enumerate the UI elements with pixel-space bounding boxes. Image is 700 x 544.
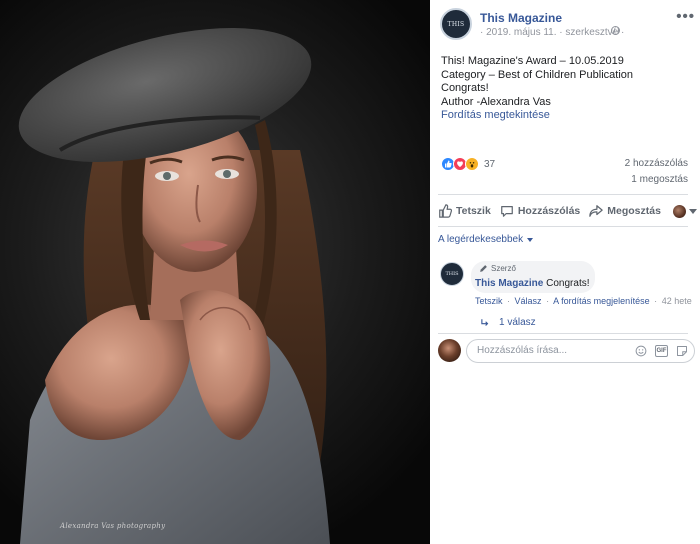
- sticker-icon[interactable]: [676, 345, 688, 357]
- post-photo[interactable]: Alexandra Vas photography: [0, 0, 430, 544]
- post-meta[interactable]: · 2019. május 11. · szerkesztve ·: [480, 27, 624, 38]
- comment-icon: [500, 206, 513, 217]
- share-icon: [589, 205, 604, 217]
- post-line: Author -Alexandra Vas: [441, 95, 551, 108]
- current-user-avatar[interactable]: [438, 339, 461, 362]
- reaction-count: 37: [484, 158, 496, 170]
- separator-dot: ·: [507, 296, 511, 306]
- see-translation-link[interactable]: Fordítás megtekintése: [441, 109, 691, 123]
- pencil-icon: [480, 265, 487, 272]
- share-button[interactable]: Megosztás: [589, 204, 661, 218]
- photographer-signature: Alexandra Vas photography: [60, 522, 166, 530]
- composer-icons: GIF: [627, 345, 688, 357]
- post-side-panel: THIS This Magazine · 2019. május 11. · s…: [430, 0, 700, 544]
- portrait-illustration: [18, 28, 330, 544]
- separator-dot: ·: [546, 296, 550, 306]
- reactions-summary[interactable]: 37: [441, 156, 495, 172]
- separator-dot: ·: [654, 296, 658, 306]
- emoji-icon[interactable]: [635, 345, 647, 357]
- like-button[interactable]: Tetszik: [438, 204, 491, 218]
- gif-icon[interactable]: GIF: [655, 345, 668, 357]
- comment-input[interactable]: Hozzászólás írása... GIF: [466, 339, 695, 363]
- page-name-link[interactable]: This Magazine: [480, 11, 562, 25]
- comment-actions: Tetszik · Válasz · A fordítás megjelenít…: [475, 296, 692, 306]
- comment-like-link[interactable]: Tetszik: [475, 296, 503, 306]
- comment-content: This Magazine Congrats!: [475, 278, 590, 289]
- divider: [438, 226, 688, 227]
- comment-button-label: Hozzászólás: [517, 205, 581, 217]
- comment-author-link[interactable]: This Magazine: [475, 278, 543, 289]
- commenter-avatar-logo: THIS: [445, 271, 459, 277]
- chevron-down-icon: [688, 208, 697, 214]
- comment-input-placeholder: Hozzászólás írása...: [477, 345, 568, 356]
- comment-sort-dropdown[interactable]: A legérdekesebbek: [438, 234, 534, 245]
- thumbs-up-icon: [439, 204, 452, 218]
- page-avatar[interactable]: THIS: [440, 8, 472, 40]
- audience-selector[interactable]: [672, 204, 697, 218]
- comments-count-link[interactable]: 2 hozzászólás: [625, 158, 688, 169]
- commenter-avatar[interactable]: THIS: [440, 262, 464, 286]
- more-options-icon[interactable]: •••: [676, 8, 695, 25]
- page-avatar-logo: THIS: [447, 20, 465, 28]
- author-badge-label: Szerző: [491, 264, 516, 273]
- post-actions-bar: Tetszik Hozzászólás Megosztás: [438, 196, 697, 226]
- comment-button[interactable]: Hozzászólás: [500, 204, 580, 218]
- globe-icon: [611, 26, 620, 35]
- shares-count-link[interactable]: 1 megosztás: [631, 174, 688, 185]
- comment-text: Congrats!: [546, 278, 590, 289]
- post-text: This! Magazine's Award – 10.05.2019 Cate…: [441, 55, 691, 123]
- post-line: Congrats!: [441, 82, 489, 95]
- comment-translation-link[interactable]: A fordítás megjelenítése: [553, 296, 650, 306]
- view-replies-link[interactable]: 1 válasz: [480, 317, 536, 328]
- divider: [438, 333, 688, 334]
- post-line: This! Magazine's Award – 10.05.2019: [441, 55, 624, 67]
- comment-reply-link[interactable]: Válasz: [515, 296, 542, 306]
- chevron-down-icon: [527, 237, 534, 242]
- share-button-label: Megosztás: [607, 205, 661, 217]
- replies-count: 1 válasz: [499, 317, 536, 328]
- comment-bubble: Szerző This Magazine Congrats!: [471, 261, 595, 293]
- author-badge: Szerző: [479, 264, 516, 273]
- user-avatar: [672, 204, 686, 218]
- comment-timestamp[interactable]: 42 hete: [662, 296, 692, 306]
- reply-arrow-icon: [481, 318, 489, 326]
- post-line: Category – Best of Children Publication: [441, 68, 633, 81]
- comment-sort-label: A legérdekesebbek: [438, 234, 524, 245]
- divider: [438, 194, 688, 195]
- wow-icon: [465, 157, 479, 171]
- post-header: THIS This Magazine · 2019. május 11. · s…: [440, 8, 695, 42]
- like-button-label: Tetszik: [456, 205, 491, 217]
